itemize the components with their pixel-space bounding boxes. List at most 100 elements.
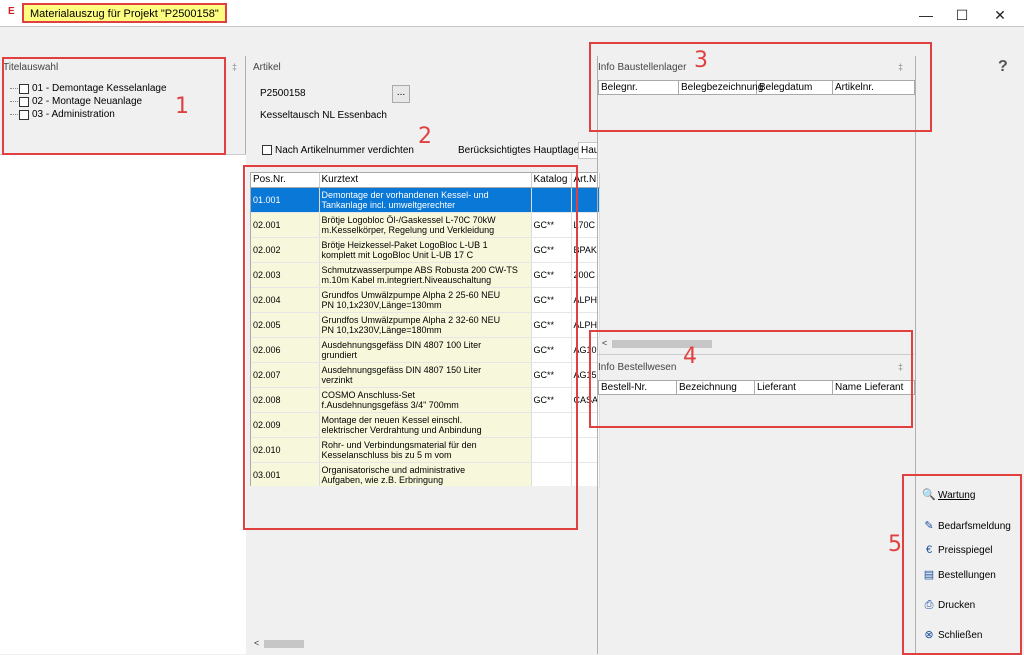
artnr-cell [571, 462, 600, 488]
column-header-pos[interactable]: Pos.Nr. [251, 173, 320, 188]
katalog-cell: GC** [531, 262, 572, 288]
kurztext-line: elektrischer Verdrahtung und Anbindung [321, 424, 482, 435]
pos-cell: 02.001 [251, 212, 320, 238]
pos-cell: 02.003 [251, 262, 320, 288]
kurztext-line: komplett mit LogoBloc Unit L-UB 17 C [321, 249, 474, 260]
tree-item[interactable]: 03 - Administration [10, 108, 167, 121]
printer-icon: ⎙ [924, 599, 934, 611]
preisspiegel-button[interactable]: € Preisspiegel [922, 543, 993, 557]
table-row[interactable]: 02.007 Ausdehnungsgefäss DIN 4807 150 Lit… [251, 362, 600, 388]
pos-cell: 02.009 [251, 412, 320, 438]
drucken-button[interactable]: ⎙ Drucken [922, 598, 976, 612]
table-row[interactable]: 03.001 Organisatorische und administrativ… [251, 462, 600, 488]
schliessen-label: Schließen [938, 629, 983, 641]
table-row[interactable]: 02.009 Montage der neuen Kessel einschl. e… [251, 412, 600, 438]
title-selection-empty-area [0, 154, 246, 654]
pos-cell: 02.007 [251, 362, 320, 388]
katalog-cell [531, 412, 572, 438]
column-header-katalog[interactable]: Katalog [531, 173, 572, 188]
help-icon[interactable]: ? [998, 58, 1008, 76]
info-scrollbar[interactable]: < [598, 338, 914, 350]
katalog-cell: GC** [531, 287, 572, 313]
bedarfsmeldung-label: Bedarfsmeldung [938, 520, 1011, 532]
column-header[interactable]: Belegdatum [756, 80, 833, 95]
kurztext-cell: Ausdehnungsgefäss DIN 4807 150 Liter verz… [319, 362, 532, 388]
table-row[interactable]: 02.010 Rohr- und Verbindungsmaterial für … [251, 437, 600, 463]
pin-icon[interactable]: ‡ [898, 62, 903, 72]
kurztext-line: Brötje Logobloc Öl-/Gaskessel L-70C 70kW [321, 214, 496, 225]
compress-checkbox[interactable] [262, 145, 272, 155]
pin-icon[interactable]: ‡ [898, 362, 903, 372]
project-number-field[interactable]: P2500158 [256, 86, 390, 104]
column-header[interactable]: Lieferant [754, 380, 833, 395]
katalog-cell: GC** [531, 312, 572, 338]
bedarfsmeldung-button[interactable]: ✎ Bedarfsmeldung [922, 519, 1011, 533]
table-row[interactable]: 02.008 COSMO Anschluss-Set f.Ausdehnungsge… [251, 387, 600, 413]
annotation-number-5: 5 [888, 532, 902, 557]
pos-cell: 02.006 [251, 337, 320, 363]
scroll-left-arrow[interactable]: < [602, 338, 607, 348]
bestellungen-label: Bestellungen [938, 569, 996, 581]
table-row[interactable]: 02.006 Ausdehnungsgefäss DIN 4807 100 Lit… [251, 337, 600, 363]
scroll-left-arrow[interactable]: < [254, 638, 259, 648]
scroll-thumb[interactable] [612, 340, 712, 348]
tree-item-checkbox[interactable] [19, 96, 29, 107]
order-icon: ▤ [923, 569, 935, 581]
pin-icon[interactable]: ‡ [232, 62, 237, 72]
kurztext-line: Aufgaben, wie z.B. Erbringung [321, 474, 444, 485]
kurztext-cell: Montage der neuen Kessel einschl. elektri… [319, 412, 532, 438]
column-header[interactable]: Bestell-Nr. [598, 380, 677, 395]
kurztext-cell: Grundfos Umwälzpumpe Alpha 2 25-60 NEU PN… [319, 287, 532, 313]
kurztext-line: Grundfos Umwälzpumpe Alpha 2 32-60 NEU [321, 314, 501, 325]
kurztext-cell: Demontage der vorhandenen Kessel- und Tan… [319, 187, 532, 213]
wartung-button[interactable]: 🔍 Wartung [922, 488, 975, 502]
tree-item-checkbox[interactable] [19, 109, 29, 120]
kurztext-cell: Grundfos Umwälzpumpe Alpha 2 32-60 NEU PN… [319, 312, 532, 338]
main-store-label: Berücksichtigtes Hauptlager [458, 145, 583, 156]
table-row[interactable]: 01.001 Demontage der vorhandenen Kessel- … [251, 187, 600, 213]
column-header-kurztext[interactable]: Kurztext [319, 173, 532, 188]
close-button[interactable]: ✕ [978, 4, 1022, 26]
wartung-label: Wartung [938, 489, 976, 501]
positions-empty-area [250, 486, 598, 636]
table-row[interactable]: 02.002 Brötje Heizkessel-Paket LogoBloc L… [251, 237, 600, 263]
pos-cell: 02.010 [251, 437, 320, 463]
column-header-artnr[interactable]: Art.N [571, 173, 600, 188]
column-header[interactable]: Name Lieferant [832, 380, 915, 395]
compress-label: Nach Artikelnummer verdichten [275, 145, 414, 156]
table-row[interactable]: 02.004 Grundfos Umwälzpumpe Alpha 2 25-60… [251, 287, 600, 313]
kurztext-line: Kesselanschluss bis zu 5 m vom [321, 449, 452, 460]
kurztext-line: f.Ausdehnungsgefäss 3/4" 700mm [321, 399, 459, 410]
table-row[interactable]: 02.005 Grundfos Umwälzpumpe Alpha 2 32-60… [251, 312, 600, 338]
table-row[interactable]: 02.003 Schmutzwasserpumpe ABS Robusta 200… [251, 262, 600, 288]
main-store-select[interactable]: Hau [578, 142, 598, 159]
artnr-cell: AG10 [571, 337, 600, 363]
schliessen-button[interactable]: ⊗ Schließen [922, 628, 982, 642]
column-header[interactable]: Belegbezeichnung [678, 80, 763, 95]
tree-item-label: 02 - Montage Neuanlage [32, 96, 143, 107]
tree-connector [10, 114, 18, 115]
info-lager-table: Belegnr. Belegbezeichnung Belegdatum Art… [598, 80, 915, 95]
browse-button[interactable]: ... [392, 85, 410, 103]
info-bestell-header: Info Bestellwesen [598, 362, 677, 373]
bestellungen-button[interactable]: ▤ Bestellungen [922, 568, 996, 582]
artnr-cell: L70C [571, 212, 600, 238]
tree-item[interactable]: 02 - Montage Neuanlage [10, 95, 167, 108]
column-header[interactable]: Artikelnr. [832, 80, 915, 95]
scroll-thumb[interactable] [264, 640, 304, 648]
column-header[interactable]: Bezeichnung [676, 380, 755, 395]
table-row[interactable]: 02.001 Brötje Logobloc Öl-/Gaskessel L-70… [251, 212, 600, 238]
kurztext-line: PN 10,1x230V,Länge=180mm [321, 324, 442, 335]
title-tree: 01 - Demontage Kesselanlage 02 - Montage… [10, 82, 167, 121]
tree-item[interactable]: 01 - Demontage Kesselanlage [10, 82, 167, 95]
artnr-cell: ALPH [571, 312, 600, 338]
positions-scrollbar[interactable]: < [250, 638, 598, 650]
tree-item-checkbox[interactable] [19, 83, 29, 94]
annotation-number-3: 3 [694, 48, 708, 73]
kurztext-line: Organisatorische und administrative [321, 464, 466, 475]
drucken-label: Drucken [938, 599, 976, 611]
kurztext-line: Grundfos Umwälzpumpe Alpha 2 25-60 NEU [321, 289, 501, 300]
pos-cell: 02.005 [251, 312, 320, 338]
column-header[interactable]: Belegnr. [598, 80, 679, 95]
annotation-number-4: 4 [683, 344, 697, 369]
